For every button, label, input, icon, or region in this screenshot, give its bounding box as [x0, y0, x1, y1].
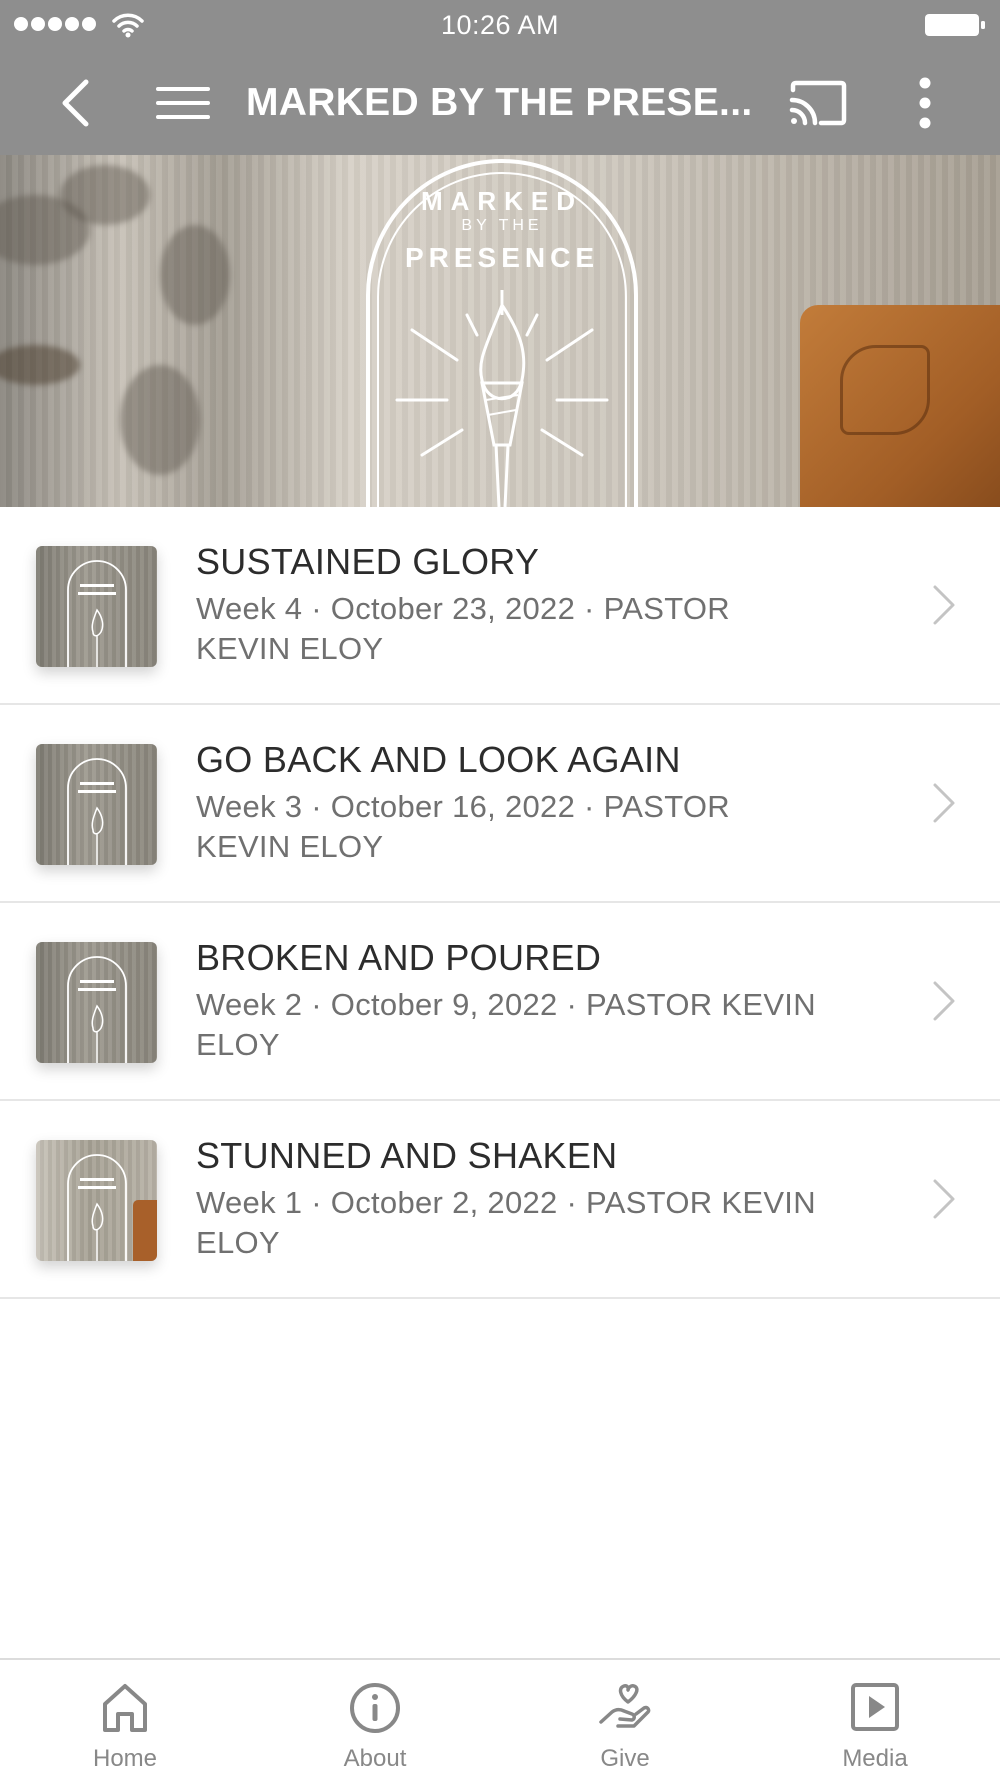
- tab-media[interactable]: Media: [750, 1660, 1000, 1778]
- list-item[interactable]: GO BACK AND LOOK AGAIN Week 3 · October …: [0, 705, 1000, 903]
- sermon-thumbnail: [36, 1140, 157, 1261]
- tab-label: About: [343, 1745, 407, 1772]
- sermon-title: BROKEN AND POURED: [196, 937, 602, 978]
- list-item[interactable]: BROKEN AND POURED Week 2 · October 9, 20…: [0, 903, 1000, 1101]
- sermon-title: GO BACK AND LOOK AGAIN: [196, 739, 681, 780]
- book-image: [800, 305, 1000, 507]
- menu-button[interactable]: [150, 50, 215, 155]
- tab-about[interactable]: About: [250, 1660, 500, 1778]
- tab-label: Media: [842, 1745, 908, 1772]
- hamburger-menu-icon: [155, 86, 210, 119]
- svg-text:BY THE: BY THE: [461, 217, 542, 234]
- navigation-bar: MARKED BY THE PRESE...: [0, 50, 1000, 155]
- more-options-button[interactable]: [895, 50, 955, 155]
- tab-bar: Home About Give Media: [0, 1658, 1000, 1778]
- chevron-right-icon: [933, 1179, 955, 1219]
- status-bar: 10:26 AM: [0, 0, 1000, 50]
- sermon-meta: Week 4 · October 23, 2022 · PASTOR KEVIN…: [196, 591, 730, 666]
- tab-label: Home: [92, 1745, 158, 1772]
- sermon-title: STUNNED AND SHAKEN: [196, 1135, 618, 1176]
- tab-label: Give: [600, 1745, 650, 1772]
- sermon-meta: Week 2 · October 9, 2022 · PASTOR KEVIN …: [196, 987, 816, 1062]
- info-icon: [350, 1683, 400, 1733]
- sermon-title: SUSTAINED GLORY: [196, 541, 540, 582]
- cast-icon: [789, 80, 846, 125]
- list-item[interactable]: SUSTAINED GLORY Week 4 · October 23, 202…: [0, 507, 1000, 705]
- chevron-right-icon: [933, 981, 955, 1021]
- svg-text:PRESENCE: PRESENCE: [405, 242, 599, 273]
- svg-text:MARKED: MARKED: [421, 186, 583, 216]
- series-logo: MARKED BY THE PRESENCE: [366, 159, 638, 507]
- give-icon: [599, 1684, 651, 1728]
- series-banner: MARKED BY THE PRESENCE: [0, 155, 1000, 507]
- sermon-meta: Week 3 · October 16, 2022 · PASTOR KEVIN…: [196, 789, 730, 864]
- sermon-list: SUSTAINED GLORY Week 4 · October 23, 202…: [0, 507, 1000, 1299]
- status-time: 10:26 AM: [440, 10, 560, 40]
- chevron-right-icon: [933, 585, 955, 625]
- home-icon: [103, 1684, 147, 1732]
- sermon-thumbnail: [36, 942, 157, 1063]
- page-title: MARKED BY THE PRESE...: [246, 81, 753, 124]
- chevron-right-icon: [933, 783, 955, 823]
- more-vertical-icon: [919, 77, 931, 128]
- list-item[interactable]: STUNNED AND SHAKEN Week 1 · October 2, 2…: [0, 1101, 1000, 1299]
- media-icon: [851, 1683, 899, 1731]
- battery-icon: [924, 12, 986, 43]
- back-button[interactable]: [40, 50, 110, 155]
- tab-home[interactable]: Home: [0, 1660, 250, 1778]
- sermon-thumbnail: [36, 744, 157, 865]
- chevron-left-icon: [62, 79, 89, 126]
- sermon-thumbnail: [36, 546, 157, 667]
- sermon-meta: Week 1 · October 2, 2022 · PASTOR KEVIN …: [196, 1185, 816, 1260]
- cast-button[interactable]: [780, 50, 855, 155]
- tab-give[interactable]: Give: [500, 1660, 750, 1778]
